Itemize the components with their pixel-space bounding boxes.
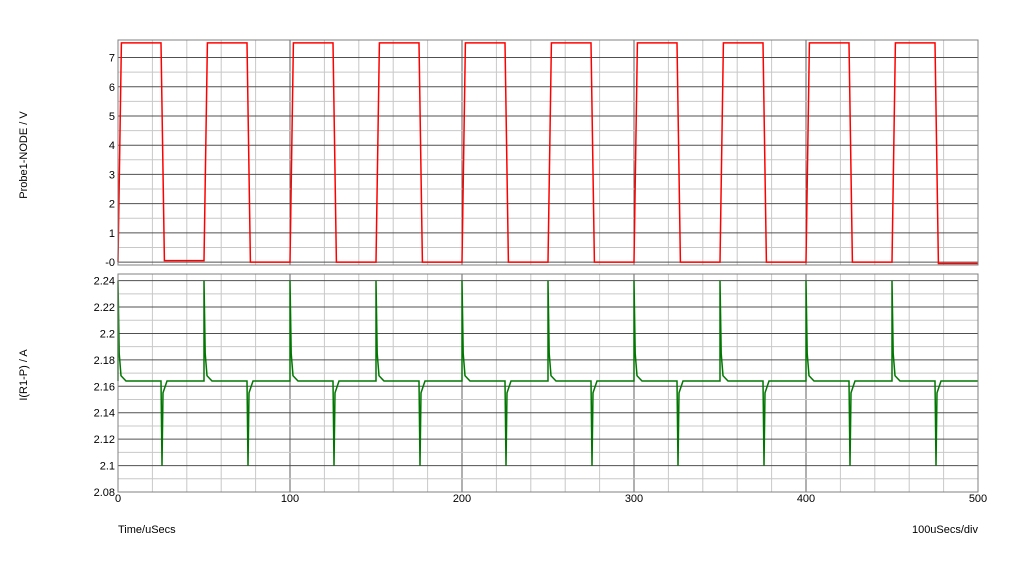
x-axis-label: Time/uSecs — [118, 524, 176, 536]
y-tick-label: 4 — [109, 140, 115, 152]
x-tick-label: 200 — [453, 493, 471, 505]
x-tick-label: 100 — [281, 493, 299, 505]
y-tick-label: -0 — [105, 257, 115, 269]
y-tick-label: 1 — [109, 228, 115, 240]
x-division-label: 100uSecs/div — [912, 524, 979, 536]
y-tick-label: 6 — [109, 82, 115, 94]
y-tick-label: 2.16 — [94, 381, 115, 393]
bottom-y-axis-label: I(R1-P) / A — [18, 349, 30, 401]
y-tick-label: 5 — [109, 111, 115, 123]
y-tick-label: 2 — [109, 199, 115, 211]
y-tick-label: 7 — [109, 53, 115, 65]
y-tick-label: 3 — [109, 169, 115, 181]
tick-labels: -0 1 2 3 4 5 6 7 2.08 2.1 2.12 2.14 2.16 2.18 2.2 2.22 2… — [94, 53, 988, 505]
y-tick-label: 2.18 — [94, 355, 115, 367]
x-tick-label: 500 — [969, 493, 987, 505]
top-y-axis-label: Probe1-NODE / V — [18, 111, 30, 199]
x-tick-label: 400 — [797, 493, 815, 505]
y-tick-label: 2.2 — [100, 328, 115, 340]
y-tick-label: 2.1 — [100, 461, 115, 473]
y-tick-label: 2.12 — [94, 434, 115, 446]
voltage-trace — [117, 42, 978, 265]
voltage-series — [117, 42, 978, 265]
x-tick-label: 300 — [625, 493, 643, 505]
y-tick-label: 2.14 — [94, 408, 115, 420]
dual-plot: -0 1 2 3 4 5 6 7 2.08 2.1 2.12 2.14 2.16 2.18 2.2 2.22 2… — [18, 39, 988, 536]
x-tick-label: 0 — [115, 493, 121, 505]
y-tick-label: 2.24 — [94, 276, 115, 288]
y-tick-label: 2.22 — [94, 302, 115, 314]
y-tick-label: 2.08 — [94, 487, 115, 499]
